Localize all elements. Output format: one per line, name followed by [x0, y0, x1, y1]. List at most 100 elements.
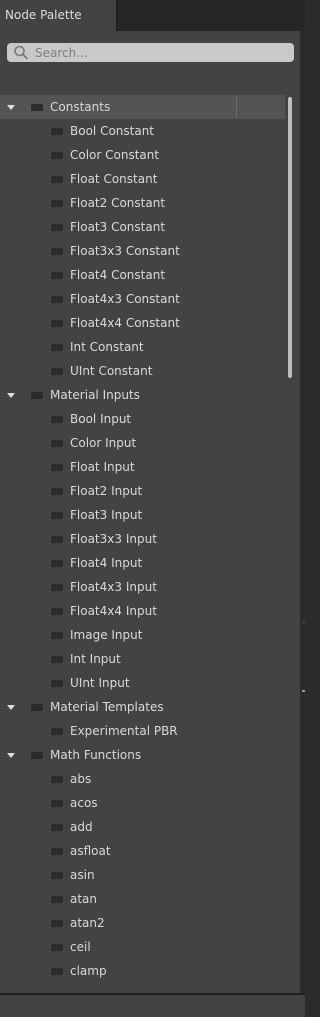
column-divider — [236, 96, 237, 118]
node-label: Int Constant — [70, 340, 144, 354]
folder-icon — [31, 752, 43, 759]
panel-footer — [0, 993, 305, 1017]
node-icon — [51, 848, 63, 855]
category-material-inputs[interactable]: Material Inputs — [0, 383, 285, 407]
node-icon — [51, 224, 63, 231]
node-label: Float4x3 Input — [70, 580, 157, 594]
tree-scrollbar[interactable] — [288, 97, 292, 378]
node-label: Image Input — [70, 628, 143, 642]
category-label: Math Functions — [50, 748, 142, 762]
node-item-asin[interactable]: asin — [0, 863, 285, 887]
node-label: abs — [70, 772, 92, 786]
node-icon — [51, 152, 63, 159]
node-label: Float3 Constant — [70, 220, 166, 234]
node-item-acos[interactable]: acos — [0, 791, 285, 815]
category-label: Material Templates — [50, 700, 164, 714]
node-icon — [51, 728, 63, 735]
tab-node-palette[interactable]: Node Palette — [0, 0, 117, 31]
node-label: Experimental PBR — [70, 724, 178, 738]
node-label: Float4x4 Constant — [70, 316, 180, 330]
node-label: Bool Constant — [70, 124, 155, 138]
node-icon — [51, 488, 63, 495]
node-item-float3x3-input[interactable]: Float3x3 Input — [0, 527, 285, 551]
node-item-ceil[interactable]: ceil — [0, 935, 285, 959]
node-icon — [51, 608, 63, 615]
node-item-float4-constant[interactable]: Float4 Constant — [0, 263, 285, 287]
node-label: Float4 Constant — [70, 268, 166, 282]
adjacent-panel-divider — [302, 622, 305, 623]
category-material-templates[interactable]: Material Templates — [0, 695, 285, 719]
node-item-image-input[interactable]: Image Input — [0, 623, 285, 647]
search-box[interactable] — [7, 43, 294, 62]
node-icon — [51, 344, 63, 351]
node-item-float-constant[interactable]: Float Constant — [0, 167, 285, 191]
node-item-int-constant[interactable]: Int Constant — [0, 335, 285, 359]
node-label: Float Constant — [70, 172, 158, 186]
expand-arrow-icon[interactable] — [7, 753, 15, 758]
node-icon — [51, 248, 63, 255]
node-icon — [51, 560, 63, 567]
node-icon — [51, 176, 63, 183]
node-icon — [51, 200, 63, 207]
node-item-float3x3-constant[interactable]: Float3x3 Constant — [0, 239, 285, 263]
adjacent-panel-marker — [302, 690, 305, 692]
node-item-float4x4-constant[interactable]: Float4x4 Constant — [0, 311, 285, 335]
node-item-float4-input[interactable]: Float4 Input — [0, 551, 285, 575]
node-item-atan2[interactable]: atan2 — [0, 911, 285, 935]
node-label: Color Input — [70, 436, 137, 450]
node-icon — [51, 464, 63, 471]
node-item-experimental-pbr[interactable]: Experimental PBR — [0, 719, 285, 743]
node-item-float2-input[interactable]: Float2 Input — [0, 479, 285, 503]
node-item-uint-input[interactable]: UInt Input — [0, 671, 285, 695]
node-item-int-input[interactable]: Int Input — [0, 647, 285, 671]
adjacent-panel-edge — [300, 31, 305, 993]
node-item-atan[interactable]: atan — [0, 887, 285, 911]
expand-arrow-icon[interactable] — [7, 705, 15, 710]
node-item-bool-constant[interactable]: Bool Constant — [0, 119, 285, 143]
node-item-float2-constant[interactable]: Float2 Constant — [0, 191, 285, 215]
folder-icon — [31, 704, 43, 711]
node-item-clamp[interactable]: clamp — [0, 959, 285, 983]
node-item-float4x3-constant[interactable]: Float4x3 Constant — [0, 287, 285, 311]
node-item-color-input[interactable]: Color Input — [0, 431, 285, 455]
category-math-functions[interactable]: Math Functions — [0, 743, 285, 767]
node-item-add[interactable]: add — [0, 815, 285, 839]
node-item-color-constant[interactable]: Color Constant — [0, 143, 285, 167]
node-icon — [51, 920, 63, 927]
node-item-uint-constant[interactable]: UInt Constant — [0, 359, 285, 383]
node-label: atan — [70, 892, 98, 906]
node-icon — [51, 272, 63, 279]
expand-arrow-icon[interactable] — [7, 393, 15, 398]
node-icon — [51, 512, 63, 519]
category-label: Material Inputs — [50, 388, 140, 402]
node-item-abs[interactable]: abs — [0, 767, 285, 791]
node-item-asfloat[interactable]: asfloat — [0, 839, 285, 863]
node-item-float3-constant[interactable]: Float3 Constant — [0, 215, 285, 239]
node-icon — [51, 896, 63, 903]
node-label: Int Input — [70, 652, 121, 666]
node-icon — [51, 680, 63, 687]
node-item-float4x4-input[interactable]: Float4x4 Input — [0, 599, 285, 623]
node-label: asfloat — [70, 844, 111, 858]
search-icon — [14, 45, 28, 60]
tab-title: Node Palette — [5, 8, 82, 22]
node-label: Float3x3 Input — [70, 532, 157, 546]
search-input[interactable] — [35, 43, 285, 62]
node-item-float3-input[interactable]: Float3 Input — [0, 503, 285, 527]
folder-icon — [31, 392, 43, 399]
node-icon — [51, 536, 63, 543]
category-constants[interactable]: Constants — [0, 95, 285, 119]
node-item-float-input[interactable]: Float Input — [0, 455, 285, 479]
node-label: UInt Input — [70, 676, 130, 690]
node-item-bool-input[interactable]: Bool Input — [0, 407, 285, 431]
node-label: clamp — [70, 964, 107, 978]
node-label: Float3x3 Constant — [70, 244, 180, 258]
node-label: Float4x4 Input — [70, 604, 157, 618]
node-item-float4x3-input[interactable]: Float4x3 Input — [0, 575, 285, 599]
expand-arrow-icon[interactable] — [7, 105, 15, 110]
node-label: Float Input — [70, 460, 135, 474]
node-icon — [51, 824, 63, 831]
tab-bar: Node Palette — [0, 0, 305, 31]
node-icon — [51, 944, 63, 951]
node-icon — [51, 320, 63, 327]
